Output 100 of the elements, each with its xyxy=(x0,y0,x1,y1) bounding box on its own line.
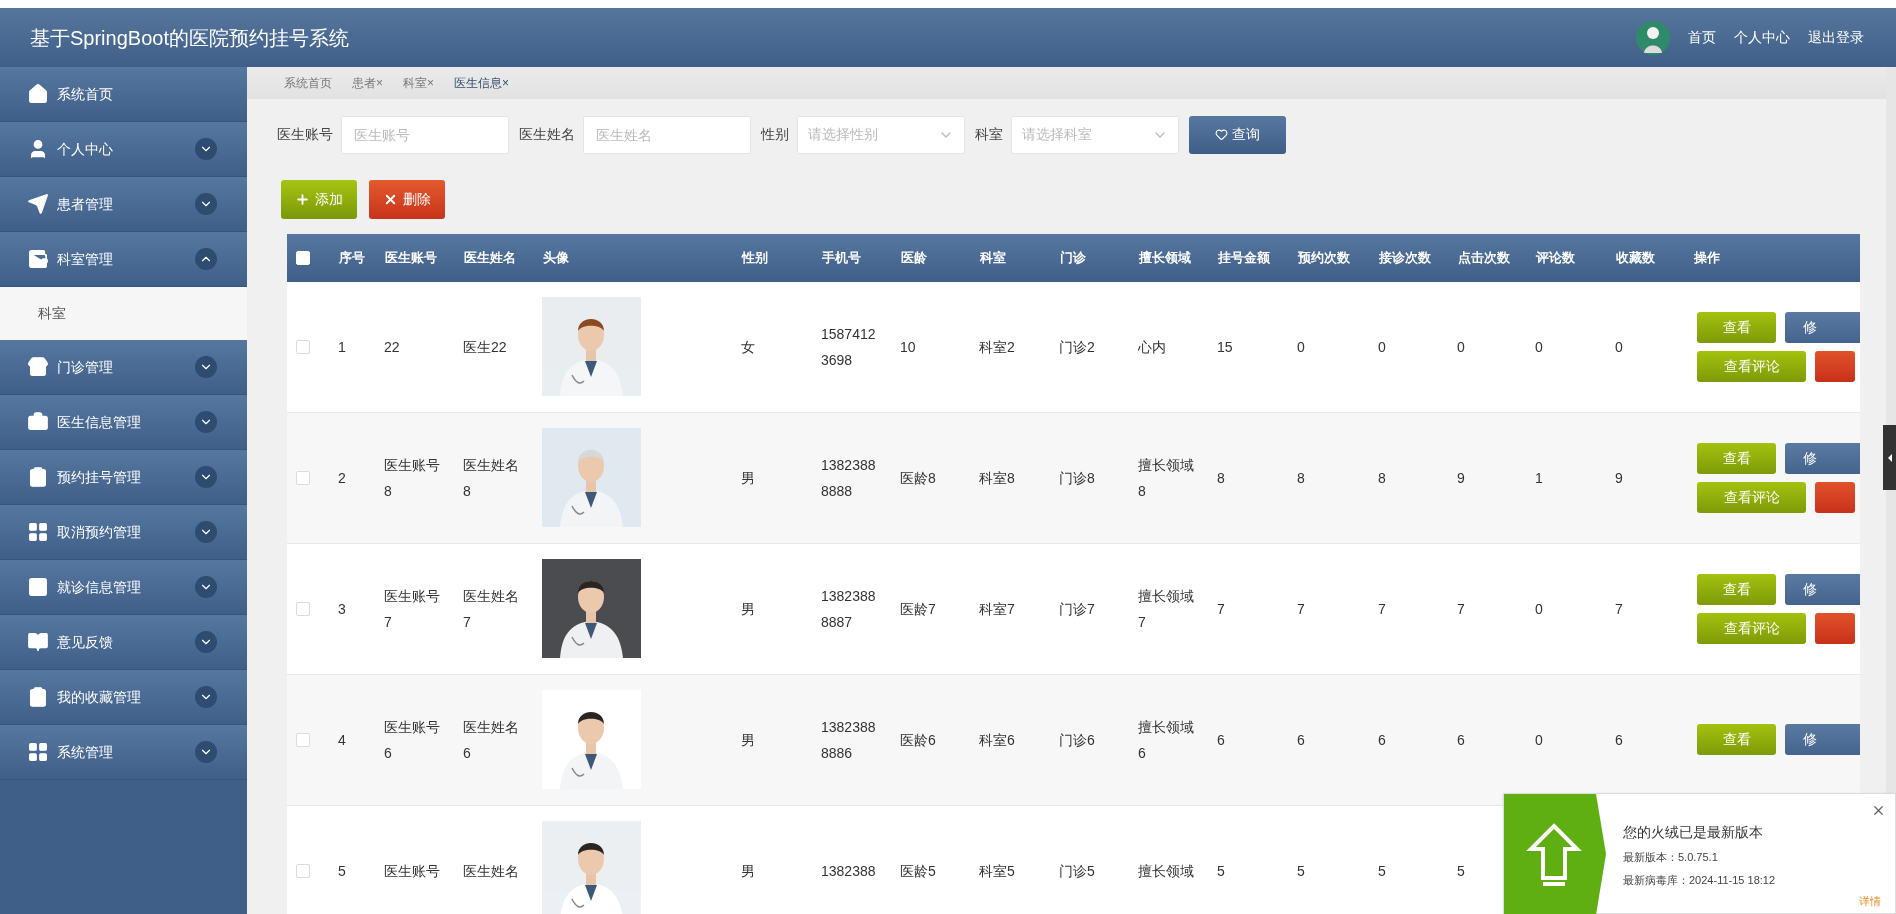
delete-button[interactable] xyxy=(1815,350,1855,382)
view-button[interactable]: 查看 xyxy=(1697,442,1776,474)
table-cell-text: 8 xyxy=(1217,468,1225,488)
sidebar-item[interactable]: 系统首页 xyxy=(0,67,247,122)
expand-icon[interactable] xyxy=(195,356,217,378)
edit-button[interactable]: 修 xyxy=(1785,573,1860,605)
table-cell-text: 0 xyxy=(1535,599,1543,619)
table-cell-text: 0 xyxy=(1457,337,1465,357)
table-cell-text: 9 xyxy=(1457,468,1465,488)
table-cell-text: 擅长领域6 xyxy=(1138,717,1195,763)
sidebar-item[interactable]: 门诊管理 xyxy=(0,340,247,395)
delete-button[interactable] xyxy=(1815,612,1855,644)
checkbox[interactable] xyxy=(296,339,310,354)
checkbox[interactable] xyxy=(296,470,310,485)
column-header: 点击次数 xyxy=(1457,249,1511,268)
wallet-icon xyxy=(27,248,49,270)
notification-title: 您的火绒已是最新版本 xyxy=(1623,823,1764,842)
checkbox[interactable] xyxy=(296,732,310,747)
sidebar-item[interactable]: 我的收藏管理 xyxy=(0,670,247,725)
sidebar-label: 预约挂号管理 xyxy=(57,467,141,487)
sidebar-label: 就诊信息管理 xyxy=(57,577,141,597)
sidebar-subitem[interactable]: 科室 xyxy=(0,287,247,340)
table-cell-text: 科室5 xyxy=(979,861,1015,881)
column-header: 收藏数 xyxy=(1615,249,1656,268)
column-header: 挂号金额 xyxy=(1217,249,1271,268)
sidebar-item[interactable]: 意见反馈 xyxy=(0,615,247,670)
table-cell-text: 8 xyxy=(1297,468,1305,488)
filter-label: 医生账号 xyxy=(277,125,333,145)
sidebar-item[interactable]: 取消预约管理 xyxy=(0,505,247,560)
side-panel-toggle[interactable] xyxy=(1883,425,1896,490)
expand-icon[interactable] xyxy=(195,576,217,598)
table-cell-text: 1382388 xyxy=(821,861,876,881)
expand-icon[interactable] xyxy=(195,138,217,160)
delete-button[interactable]: 删除 xyxy=(369,179,445,219)
table-cell-text: 擅长领域8 xyxy=(1138,455,1195,501)
expand-icon[interactable] xyxy=(195,521,217,543)
table-cell-text: 门诊7 xyxy=(1059,599,1095,619)
expand-icon[interactable] xyxy=(195,411,217,433)
table-cell-text: 13823888887 xyxy=(821,586,877,632)
breadcrumb-tab[interactable]: 医生信息× xyxy=(454,73,510,92)
table-cell-text: 7 xyxy=(1615,599,1623,619)
table-cell-text: 科室8 xyxy=(979,468,1015,488)
edit-button[interactable]: 修 xyxy=(1785,724,1860,756)
breadcrumb-tab[interactable]: 患者× xyxy=(352,73,383,92)
expand-icon[interactable] xyxy=(195,193,217,215)
column-header: 门诊 xyxy=(1059,249,1087,268)
details-link[interactable]: 详情 xyxy=(1859,892,1881,909)
sidebar-item[interactable]: 患者管理 xyxy=(0,177,247,232)
table-cell-text: 医生账号8 xyxy=(384,455,441,501)
sidebar-item[interactable]: 预约挂号管理 xyxy=(0,450,247,505)
breadcrumb-tab[interactable]: 科室× xyxy=(403,73,435,92)
table-cell-text: 5 xyxy=(1297,861,1305,881)
expand-icon[interactable] xyxy=(195,466,217,488)
collapse-icon[interactable] xyxy=(195,248,217,270)
sidebar-item[interactable]: 系统管理 xyxy=(0,725,247,780)
view-button[interactable]: 查看 xyxy=(1697,724,1776,756)
table-cell-text: 7 xyxy=(1217,599,1225,619)
table-cell-text: 15 xyxy=(1217,337,1233,357)
filter-label: 医生姓名 xyxy=(519,125,575,145)
search-button[interactable]: 查询 xyxy=(1189,115,1286,154)
expand-icon[interactable] xyxy=(195,631,217,653)
table-cell-text: 13823888886 xyxy=(821,717,877,763)
expand-icon[interactable] xyxy=(195,686,217,708)
close-icon[interactable] xyxy=(1871,803,1886,818)
column-header: 科室 xyxy=(979,249,1007,268)
checkbox[interactable] xyxy=(296,601,310,616)
header-link[interactable]: 退出登录 xyxy=(1808,27,1864,48)
sidebar-item[interactable]: 就诊信息管理 xyxy=(0,560,247,615)
input-field[interactable]: 医生账号 xyxy=(341,115,509,154)
heart-icon xyxy=(1215,128,1228,142)
edit-button[interactable]: 修 xyxy=(1785,311,1860,343)
sidebar-label: 系统管理 xyxy=(57,742,113,762)
column-header: 擅长领域 xyxy=(1138,249,1192,268)
sidebar-item[interactable]: 医生信息管理 xyxy=(0,395,247,450)
checkbox[interactable] xyxy=(296,863,310,878)
sidebar-label: 取消预约管理 xyxy=(57,522,141,542)
delete-button[interactable] xyxy=(1815,481,1855,513)
header-link[interactable]: 个人中心 xyxy=(1734,27,1790,48)
table-cell-text: 7 xyxy=(1297,599,1305,619)
book-icon xyxy=(27,631,49,653)
column-header: 序号 xyxy=(338,249,366,268)
table-cell-text: 医龄8 xyxy=(900,468,936,488)
table-cell-text: 门诊8 xyxy=(1059,468,1095,488)
view-button[interactable]: 查看 xyxy=(1697,311,1776,343)
sidebar-item[interactable]: 个人中心 xyxy=(0,122,247,177)
table-cell-text: 22 xyxy=(384,337,400,357)
avatar-icon xyxy=(1636,20,1670,55)
view-button[interactable]: 查看 xyxy=(1697,573,1776,605)
expand-icon[interactable] xyxy=(195,741,217,763)
sidebar-item[interactable]: 科室管理 xyxy=(0,232,247,287)
table-cell-text: 男 xyxy=(741,468,755,488)
table-cell-text: 3 xyxy=(338,599,346,619)
header-link[interactable]: 首页 xyxy=(1688,27,1716,48)
breadcrumb-tab[interactable]: 系统首页 xyxy=(284,73,332,92)
input-field[interactable]: 医生姓名 xyxy=(583,115,751,154)
sidebar-label: 个人中心 xyxy=(57,139,113,159)
table-cell-text: 医龄5 xyxy=(900,861,936,881)
table-cell-text: 6 xyxy=(1297,730,1305,750)
edit-button[interactable]: 修 xyxy=(1785,442,1860,474)
sidebar-label: 患者管理 xyxy=(57,194,113,214)
